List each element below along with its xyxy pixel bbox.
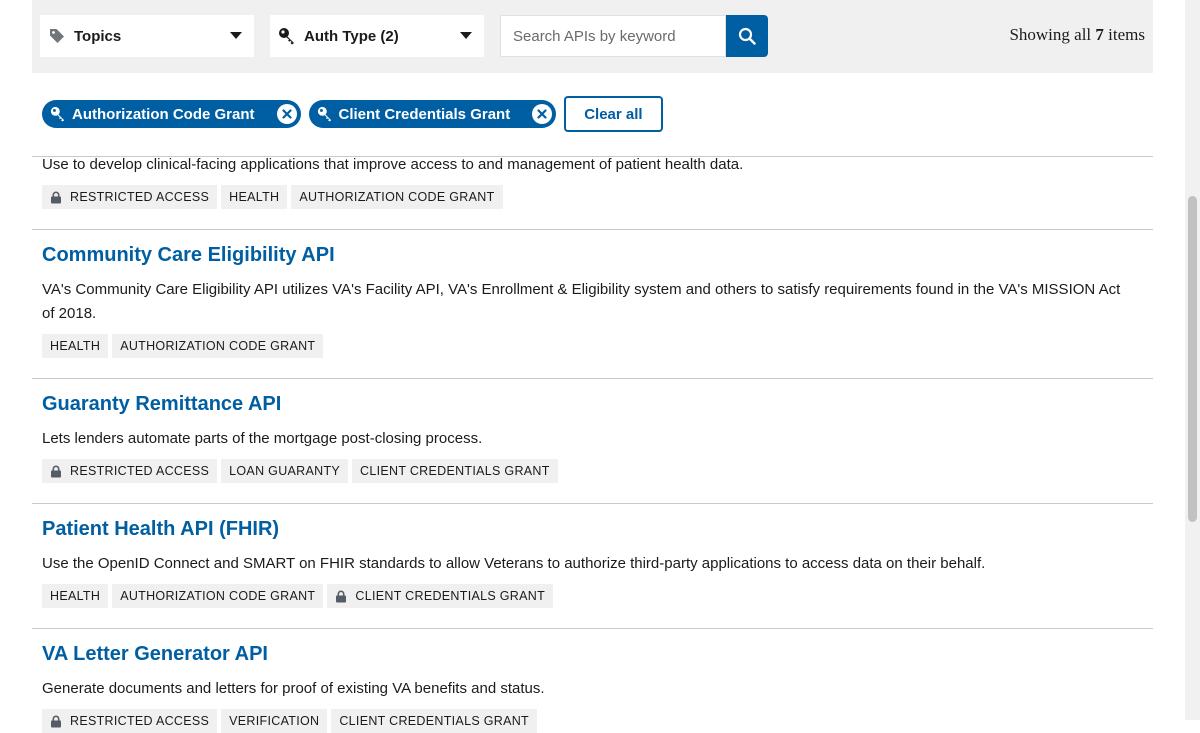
tag-label: Health [50, 589, 101, 603]
api-list: Use to develop clinical-facing applicati… [32, 156, 1153, 733]
lock-icon [51, 465, 61, 477]
scrollbar-thumb[interactable] [1188, 196, 1197, 522]
results-count-suffix: items [1108, 25, 1145, 44]
api-card: Patient Health API (FHIR) Use the OpenID… [32, 504, 1153, 628]
api-description: Lets lenders automate parts of the mortg… [42, 430, 483, 447]
tag-restricted-access: Restricted Access [42, 459, 218, 483]
caret-down-icon [230, 32, 242, 39]
clear-all-button[interactable]: Clear all [564, 96, 663, 132]
key-icon [278, 27, 296, 45]
api-tags: Health Authorization Code Grant [42, 334, 327, 358]
filter-chip-authorization-code-grant[interactable]: Authorization Code Grant [42, 100, 301, 128]
close-icon[interactable] [276, 104, 297, 124]
api-title-link[interactable]: Patient Health API (FHIR) [42, 517, 279, 541]
lock-icon [336, 590, 347, 602]
results-count-number: 7 [1095, 25, 1104, 44]
tag-restricted-access: Restricted Access [42, 185, 218, 209]
tag-authorization-code-grant: Authorization Code Grant [112, 334, 324, 358]
key-icon [50, 106, 66, 122]
results-count: Showing all 7 items [1009, 25, 1145, 45]
tag-health: Health [42, 334, 109, 358]
tag-label: Client Credentials Grant [355, 589, 546, 603]
api-card: Guaranty Remittance API Lets lenders aut… [32, 379, 1153, 503]
tag-client-credentials-grant: Client Credentials Grant [327, 584, 554, 608]
tag-label: Health [229, 190, 280, 204]
filter-bar: Topics Auth Type (2) Showing all 7 items [32, 0, 1153, 73]
lock-icon [51, 191, 61, 203]
search-input[interactable] [500, 15, 726, 57]
chip-label: Authorization Code Grant [72, 105, 255, 123]
active-filters: Authorization Code Grant Client Credenti… [42, 96, 663, 132]
tag-restricted-access: Restricted Access [42, 709, 218, 733]
auth-type-label: Auth Type (2) [304, 27, 399, 45]
tag-client-credentials-grant: Client Credentials Grant [331, 709, 537, 733]
api-description: Use the OpenID Connect and SMART on FHIR… [42, 555, 986, 572]
api-description: Use to develop clinical-facing applicati… [42, 156, 744, 173]
tag-label: Restricted Access [70, 464, 210, 478]
api-card: Use to develop clinical-facing applicati… [32, 156, 1153, 229]
api-title-link[interactable]: Community Care Eligibility API [42, 243, 335, 267]
tag-label: Authorization Code Grant [299, 190, 495, 204]
api-card: VA Letter Generator API Generate documen… [32, 629, 1153, 733]
tag-health: Health [42, 584, 109, 608]
close-icon[interactable] [532, 104, 553, 124]
chip-label: Client Credentials Grant [338, 105, 511, 123]
key-icon [317, 106, 333, 122]
topics-label: Topics [74, 27, 122, 45]
filter-chip-client-credentials-grant[interactable]: Client Credentials Grant [308, 100, 557, 128]
auth-type-dropdown[interactable]: Auth Type (2) [270, 15, 484, 57]
api-tags: Health Authorization Code Grant Client C… [42, 584, 557, 608]
api-title-link[interactable]: VA Letter Generator API [42, 642, 268, 666]
tag-authorization-code-grant: Authorization Code Grant [291, 185, 503, 209]
tag-label: Client Credentials Grant [339, 714, 529, 728]
search-button[interactable] [726, 15, 768, 57]
scrollbar[interactable] [1185, 0, 1200, 720]
tag-label: Health [50, 339, 101, 353]
api-description: Generate documents and letters for proof… [42, 680, 545, 697]
tag-label: Client Credentials Grant [360, 464, 550, 478]
api-card: Community Care Eligibility API VA's Comm… [32, 230, 1153, 378]
results-count-prefix: Showing all [1009, 25, 1092, 44]
tag-verification: Verification [221, 709, 328, 733]
api-title-link[interactable]: Guaranty Remittance API [42, 392, 281, 416]
caret-down-icon [460, 32, 472, 39]
tag-authorization-code-grant: Authorization Code Grant [112, 584, 324, 608]
api-tags: Restricted Access Loan Guaranty Client C… [42, 459, 562, 483]
tag-label: Authorization Code Grant [120, 339, 316, 353]
topics-dropdown[interactable]: Topics [40, 15, 254, 57]
tag-loan-guaranty: Loan Guaranty [221, 459, 349, 483]
tag-label: Authorization Code Grant [120, 589, 316, 603]
api-tags: Restricted Access Verification Client Cr… [42, 709, 541, 733]
tag-label: Restricted Access [70, 190, 210, 204]
tag-label: Verification [229, 714, 320, 728]
tag-icon [48, 27, 66, 45]
api-description: VA's Community Care Eligibility API util… [42, 281, 1121, 322]
tag-label: Loan Guaranty [229, 464, 341, 478]
api-tags: Restricted Access Health Authorization C… [42, 185, 507, 209]
lock-icon [51, 715, 61, 727]
tag-client-credentials-grant: Client Credentials Grant [352, 459, 558, 483]
tag-label: Restricted Access [70, 714, 210, 728]
tag-health: Health [221, 185, 288, 209]
search-icon [738, 27, 756, 45]
